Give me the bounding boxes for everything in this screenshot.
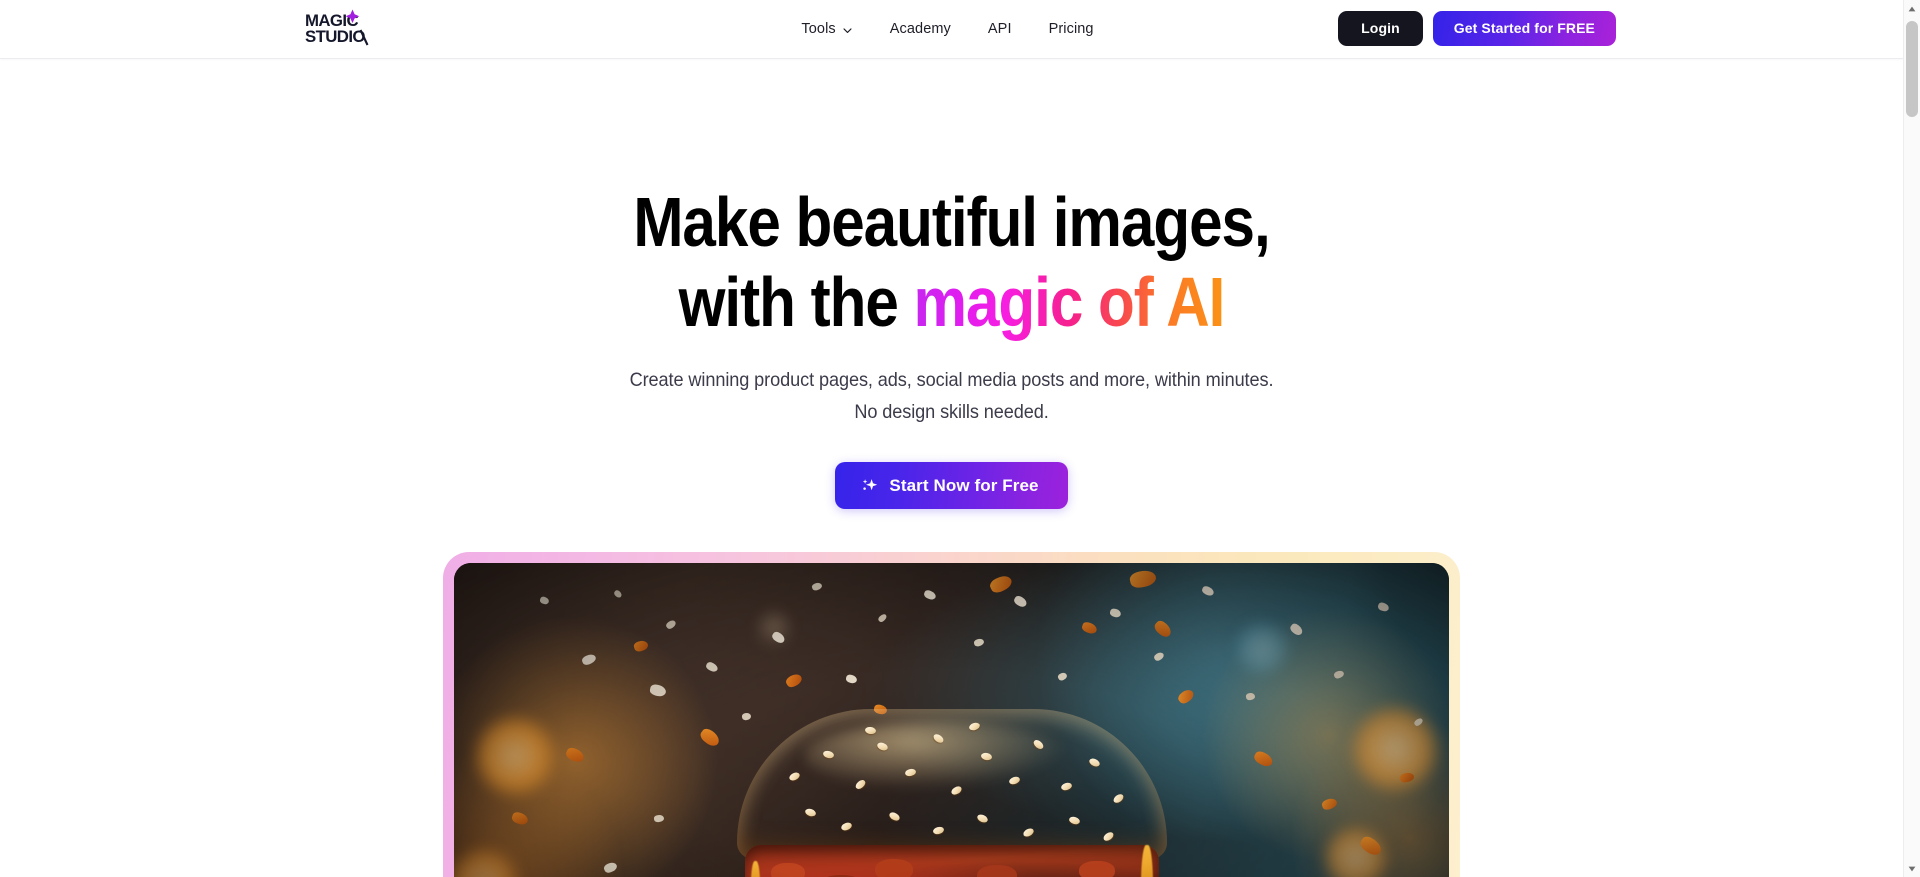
login-button[interactable]: Login	[1338, 11, 1423, 46]
cta-label: Start Now for Free	[889, 475, 1039, 495]
sparkles-icon	[860, 476, 880, 496]
nav-label-academy: Academy	[889, 20, 951, 37]
burger-bun-top	[737, 709, 1167, 859]
svg-text:STUDIO: STUDIO	[305, 27, 366, 46]
nav-item-pricing[interactable]: Pricing	[1049, 22, 1094, 37]
hero-subtitle: Create winning product pages, ads, socia…	[67, 364, 1837, 428]
burger-patty	[744, 845, 1159, 877]
hero-section: Make beautiful images, with the magic of…	[0, 59, 1903, 877]
nav-item-tools[interactable]: Tools	[801, 22, 852, 37]
nav-label-tools: Tools	[801, 20, 836, 37]
subtitle-line-2: No design skills needed.	[854, 401, 1049, 423]
scrollbar-thumb[interactable]	[1906, 21, 1918, 117]
nav-item-academy[interactable]: Academy	[890, 22, 951, 37]
page-scrollbar[interactable]	[1903, 0, 1920, 877]
magic-studio-logo[interactable]: MAGIC STUDIO	[305, 9, 377, 49]
start-now-for-free-button[interactable]: Start Now for Free	[835, 462, 1068, 509]
page-title: Make beautiful images, with the magic of…	[133, 182, 1770, 342]
showcase-card	[443, 552, 1460, 877]
subtitle-line-1: Create winning product pages, ads, socia…	[629, 369, 1274, 391]
headline-plain-text: with the	[678, 263, 914, 341]
headline-line-1: Make beautiful images,	[633, 183, 1270, 261]
get-started-button[interactable]: Get Started for FREE	[1432, 11, 1616, 46]
site-header: MAGIC STUDIO Tools Academy API Pricing L…	[0, 0, 1903, 59]
page-content: MAGIC STUDIO Tools Academy API Pricing L…	[0, 0, 1903, 877]
showcase-image	[454, 563, 1449, 877]
scrollbar-down-button[interactable]	[1904, 860, 1920, 877]
main-navigation: Tools Academy API Pricing	[0, 0, 1903, 58]
scrollbar-up-button[interactable]	[1904, 0, 1920, 17]
burger-photo	[454, 563, 1449, 877]
nav-item-api[interactable]: API	[988, 22, 1012, 37]
nav-label-pricing: Pricing	[1048, 20, 1094, 37]
headline-gradient-text: magic of AI	[913, 263, 1225, 341]
chevron-down-icon	[842, 25, 853, 36]
browser-viewport: MAGIC STUDIO Tools Academy API Pricing L…	[0, 0, 1920, 877]
burger-illustration	[737, 673, 1167, 877]
header-actions: Login Get Started for FREE	[1338, 11, 1616, 46]
nav-label-api: API	[987, 20, 1012, 37]
headline-line-2: with the magic of AI	[133, 262, 1770, 342]
cta-container: Start Now for Free	[0, 462, 1903, 509]
scrollbar-track[interactable]	[1904, 17, 1920, 860]
